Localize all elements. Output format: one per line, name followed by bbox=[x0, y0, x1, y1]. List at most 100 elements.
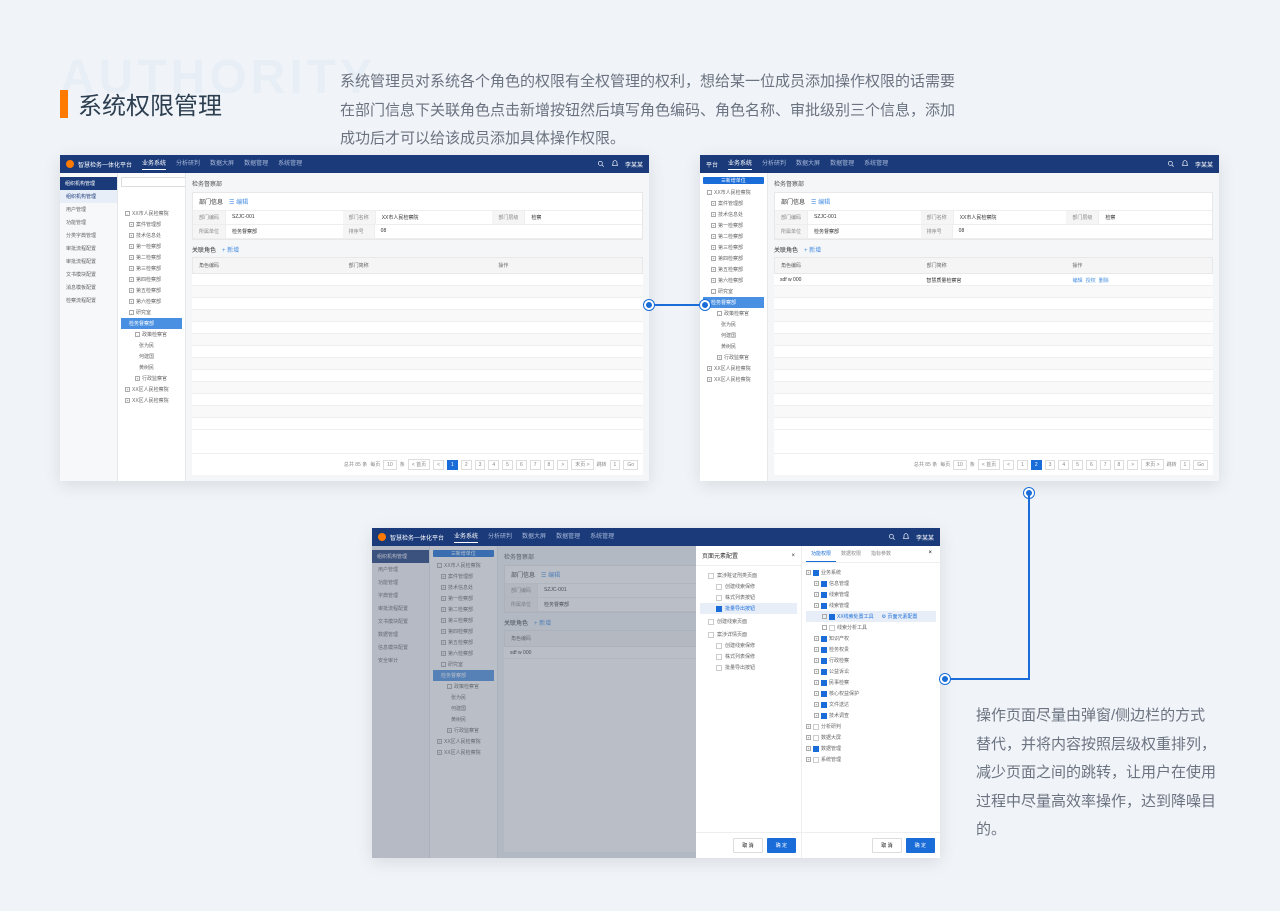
page-number[interactable]: 1 bbox=[1017, 460, 1028, 470]
nav-tab[interactable]: 分析研判 bbox=[176, 158, 200, 170]
nav-tab[interactable]: 数据大屏 bbox=[210, 158, 234, 170]
page-number[interactable]: 4 bbox=[1058, 460, 1069, 470]
role-add-button[interactable]: + 新增 bbox=[222, 245, 239, 254]
page-number[interactable]: 8 bbox=[544, 460, 555, 470]
page-number[interactable]: 1 bbox=[447, 460, 458, 470]
tree-node[interactable]: +技术信息处 bbox=[703, 209, 764, 220]
nav-tab[interactable]: 数据大屏 bbox=[522, 531, 546, 543]
perm-tree-node[interactable]: +分析研判 bbox=[806, 721, 936, 732]
tree-node[interactable]: +行政监察官 bbox=[121, 373, 182, 384]
sidebar-item[interactable]: 功能管理 bbox=[60, 216, 117, 229]
sidebar-item[interactable]: 文书模块配置 bbox=[60, 268, 117, 281]
perm-tree-node[interactable]: XX线索处置工具⚙ 页面元素配置 bbox=[806, 611, 936, 622]
drawer-tab[interactable]: 数据权限 bbox=[836, 546, 866, 562]
drawer-tab[interactable]: 指标参数 bbox=[866, 546, 896, 562]
perm-item[interactable]: 株式列表保修 bbox=[700, 651, 797, 662]
perm-group-label[interactable]: 创建线索页面 bbox=[700, 616, 797, 627]
search-icon[interactable] bbox=[1167, 160, 1175, 168]
tree-node[interactable]: -XX市人民检察院 bbox=[703, 187, 764, 198]
close-icon[interactable]: × bbox=[924, 546, 936, 562]
perm-item[interactable]: 创建线索保修 bbox=[700, 581, 797, 592]
perm-group-label[interactable]: 案涉详情页面 bbox=[700, 629, 797, 640]
row-action[interactable]: 授权 bbox=[1086, 278, 1096, 284]
bell-icon[interactable] bbox=[902, 533, 910, 541]
nav-tab[interactable]: 数据大屏 bbox=[796, 158, 820, 170]
tree-node[interactable]: +第二检察部 bbox=[121, 252, 182, 263]
tree-node[interactable]: +第六检察部 bbox=[703, 275, 764, 286]
tree-node[interactable]: +XX区人民检察院 bbox=[703, 374, 764, 385]
perm-tree-node[interactable]: +数据管理 bbox=[806, 743, 936, 754]
confirm-button[interactable]: 确 定 bbox=[906, 838, 935, 853]
tree-node[interactable]: +第五检察部 bbox=[121, 285, 182, 296]
user-name[interactable]: 李某某 bbox=[1195, 160, 1213, 169]
page-number[interactable]: 5 bbox=[1072, 460, 1083, 470]
perm-tree-node[interactable]: +线索管理 bbox=[806, 589, 936, 600]
tree-node[interactable]: 检务督察部 bbox=[121, 318, 182, 329]
tree-node[interactable]: +技术信息处 bbox=[121, 230, 182, 241]
perm-group-label[interactable]: 案涉赃证刑类页面 bbox=[700, 570, 797, 581]
tree-node[interactable]: +案件管理部 bbox=[703, 198, 764, 209]
cancel-button[interactable]: 取 消 bbox=[733, 838, 762, 853]
sidebar-item[interactable]: 组织机构管理 bbox=[60, 190, 117, 203]
nav-tab[interactable]: 数据管理 bbox=[244, 158, 268, 170]
nav-tab[interactable]: 数据管理 bbox=[830, 158, 854, 170]
tree-node[interactable]: +XX区人民检察院 bbox=[703, 363, 764, 374]
tree-node[interactable]: 黄树民 bbox=[703, 341, 764, 352]
nav-tab[interactable]: 分析研判 bbox=[762, 158, 786, 170]
page-number[interactable]: 7 bbox=[530, 460, 541, 470]
perm-tree-node[interactable]: +行政检察 bbox=[806, 655, 936, 666]
perm-tree-node[interactable]: +系统管理 bbox=[806, 754, 936, 765]
perm-tree-node[interactable]: +知识产权 bbox=[806, 633, 936, 644]
cancel-button[interactable]: 取 消 bbox=[872, 838, 901, 853]
sidebar-item[interactable]: 分类字典管理 bbox=[60, 229, 117, 242]
perm-tree-node[interactable]: +民事检察 bbox=[806, 677, 936, 688]
nav-tab[interactable]: 业务系统 bbox=[142, 158, 166, 170]
sidebar-item[interactable]: 消息模板配置 bbox=[60, 281, 117, 294]
tree-node[interactable]: 黄树民 bbox=[121, 362, 182, 373]
perm-tree-node[interactable]: +公益诉讼 bbox=[806, 666, 936, 677]
page-number[interactable]: 6 bbox=[516, 460, 527, 470]
tree-node[interactable]: +第一检察部 bbox=[121, 241, 182, 252]
page-number[interactable]: 3 bbox=[1045, 460, 1056, 470]
page-number[interactable]: 3 bbox=[475, 460, 486, 470]
row-action[interactable]: 编辑 bbox=[1073, 278, 1083, 284]
tree-node[interactable]: -政策检察官 bbox=[121, 329, 182, 340]
tree-node[interactable]: +第四检察部 bbox=[703, 253, 764, 264]
perm-item[interactable]: 株式列表按钮 bbox=[700, 592, 797, 603]
nav-tab[interactable]: 系统管理 bbox=[864, 158, 888, 170]
tree-node[interactable]: +第一检察部 bbox=[703, 220, 764, 231]
perm-tree-node[interactable]: +技术调查 bbox=[806, 710, 936, 721]
edit-link[interactable]: ☰ 编辑 bbox=[811, 197, 830, 206]
tree-node[interactable]: +第四检察部 bbox=[121, 274, 182, 285]
sidebar-item[interactable]: 审批流程配置 bbox=[60, 242, 117, 255]
nav-tab[interactable]: 数据管理 bbox=[556, 531, 580, 543]
tree-node[interactable]: +案件管理部 bbox=[121, 219, 182, 230]
tree-node[interactable]: +第三检察部 bbox=[703, 242, 764, 253]
perm-tree-node[interactable]: +业务系统 bbox=[806, 567, 936, 578]
page-number[interactable]: 7 bbox=[1100, 460, 1111, 470]
tree-node[interactable]: +第二检察部 bbox=[703, 231, 764, 242]
tree-search-input[interactable] bbox=[121, 177, 186, 187]
tree-node[interactable]: -研究室 bbox=[121, 307, 182, 318]
perm-item[interactable]: 创建线索保修 bbox=[700, 640, 797, 651]
perm-tree-node[interactable]: +文件送达 bbox=[806, 699, 936, 710]
close-icon[interactable]: × bbox=[791, 553, 795, 559]
page-number[interactable]: 2 bbox=[1031, 460, 1042, 470]
perm-tree-node[interactable]: 线索分析工具 bbox=[806, 622, 936, 633]
tree-node[interactable]: +行政监察官 bbox=[703, 352, 764, 363]
bell-icon[interactable] bbox=[1181, 160, 1189, 168]
sidebar-item[interactable]: 用户管理 bbox=[60, 203, 117, 216]
nav-tab[interactable]: 业务系统 bbox=[454, 531, 478, 543]
tree-node[interactable]: 何建国 bbox=[703, 330, 764, 341]
tree-node[interactable]: -研究室 bbox=[703, 286, 764, 297]
tree-node[interactable]: -XX市人民检察院 bbox=[121, 208, 182, 219]
tree-node[interactable]: +第六检察部 bbox=[121, 296, 182, 307]
perm-item[interactable]: 批量导出按钮 bbox=[700, 603, 797, 614]
tree-node[interactable]: 张为民 bbox=[121, 340, 182, 351]
sidebar-item[interactable]: 检察流程配置 bbox=[60, 294, 117, 307]
page-number[interactable]: 6 bbox=[1086, 460, 1097, 470]
search-icon[interactable] bbox=[888, 533, 896, 541]
tree-node[interactable]: +XX区人民检察院 bbox=[121, 395, 182, 406]
user-name[interactable]: 李某某 bbox=[625, 160, 643, 169]
nav-tab[interactable]: 系统管理 bbox=[278, 158, 302, 170]
